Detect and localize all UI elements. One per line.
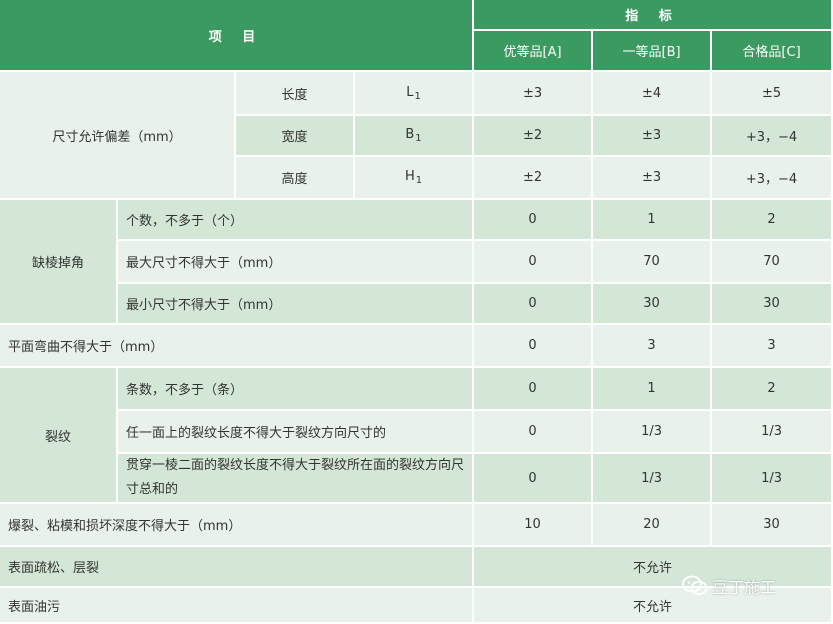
value-grade-a: 10 (474, 504, 594, 547)
value-grade-c: 30 (712, 284, 833, 325)
burst-label: 爆裂、粘模和损坏深度不得大于（mm） (0, 504, 475, 547)
table-row: 最大尺寸不得大于（mm） 0 70 70 (0, 241, 833, 284)
value-grade-b: ±3 (593, 116, 713, 157)
dim-name: 宽度 (236, 116, 355, 157)
value-grade-b: 30 (593, 284, 713, 325)
value-grade-c: 2 (712, 200, 833, 241)
table-row: 缺棱掉角 个数，不多于（个） 0 1 2 (0, 200, 833, 325)
dim-symbol: H1 (355, 157, 475, 200)
wechat-icon (682, 575, 708, 597)
table-row: 贯穿一棱二面的裂纹长度不得大于裂纹所在面的裂纹方向尺寸总和的 0 1/3 1/3 (0, 454, 833, 504)
value-grade-c: 2 (712, 368, 833, 411)
loose-label: 表面疏松、层裂 (0, 547, 475, 588)
value-grade-c: 3 (712, 325, 833, 368)
value-grade-c: +3，−4 (712, 116, 833, 157)
dim-name: 高度 (236, 157, 355, 200)
value-grade-a: 0 (474, 241, 594, 284)
watermark: 豆丁施工 (682, 574, 776, 598)
value-grade-a: 0 (474, 325, 594, 368)
grade-a-header: 优等品[A] (474, 31, 594, 72)
grade-b-header: 一等品[B] (593, 31, 713, 72)
table-row: 裂纹 条数，不多于（条） 0 1 2 (0, 368, 833, 504)
dim-name: 长度 (236, 72, 355, 116)
value-grade-a: 0 (474, 200, 594, 241)
value-grade-c: +3，−4 (712, 157, 833, 200)
value-grade-a: 0 (474, 368, 594, 411)
crack-label: 裂纹 (0, 368, 118, 504)
value-grade-a: ±3 (474, 72, 594, 116)
oil-value: 不允许 (474, 588, 833, 624)
table-row: 最小尺寸不得大于（mm） 0 30 30 (0, 284, 833, 325)
value-grade-c: 30 (712, 504, 833, 547)
value-grade-c: ±5 (712, 72, 833, 116)
value-grade-a: ±2 (474, 116, 594, 157)
value-grade-b: 1 (593, 200, 713, 241)
value-grade-a: ±2 (474, 157, 594, 200)
value-grade-a: 0 (474, 454, 594, 504)
value-grade-b: 1/3 (593, 454, 713, 504)
value-grade-b: 3 (593, 325, 713, 368)
value-grade-b: ±4 (593, 72, 713, 116)
value-grade-c: 1/3 (712, 454, 833, 504)
loose-value: 不允许 (474, 547, 833, 588)
header-row: 项 目 指 标 (0, 0, 833, 72)
value-grade-b: ±3 (593, 157, 713, 200)
row-label: 任一面上的裂纹长度不得大于裂纹方向尺寸的 (118, 411, 475, 454)
value-grade-a: 0 (474, 411, 594, 454)
bending-label: 平面弯曲不得大于（mm） (0, 325, 475, 368)
dimension-label: 尺寸允许偏差（mm） (0, 72, 236, 200)
value-grade-a: 0 (474, 284, 594, 325)
value-grade-c: 1/3 (712, 411, 833, 454)
dim-symbol: L1 (355, 72, 475, 116)
value-grade-b: 1/3 (593, 411, 713, 454)
index-header: 指 标 (474, 0, 833, 31)
table-row: 爆裂、粘模和损坏深度不得大于（mm） 10 20 30 (0, 504, 833, 547)
value-grade-b: 20 (593, 504, 713, 547)
row-label: 最小尺寸不得大于（mm） (118, 284, 475, 325)
value-grade-b: 70 (593, 241, 713, 284)
dim-symbol: B1 (355, 116, 475, 157)
quality-spec-table: 项 目 指 标 优等品[A] 一等品[B] 合格品[C] 尺寸允许偏差（mm） … (0, 0, 833, 624)
corner-defect-label: 缺棱掉角 (0, 200, 118, 325)
oil-label: 表面油污 (0, 588, 475, 624)
watermark-text: 豆丁施工 (712, 578, 777, 597)
row-label: 最大尺寸不得大于（mm） (118, 241, 475, 284)
table-row: 尺寸允许偏差（mm） 长度 L1 ±3 ±4 ±5 (0, 72, 833, 200)
row-label: 贯穿一棱二面的裂纹长度不得大于裂纹所在面的裂纹方向尺寸总和的 (118, 454, 475, 504)
spec-table-page: 项 目 指 标 优等品[A] 一等品[B] 合格品[C] 尺寸允许偏差（mm） … (0, 0, 833, 624)
table-row: 平面弯曲不得大于（mm） 0 3 3 (0, 325, 833, 368)
value-grade-b: 1 (593, 368, 713, 411)
table-row: 任一面上的裂纹长度不得大于裂纹方向尺寸的 0 1/3 1/3 (0, 411, 833, 454)
grade-c-header: 合格品[C] (712, 31, 833, 72)
item-header: 项 目 (0, 0, 475, 72)
value-grade-c: 70 (712, 241, 833, 284)
row-label: 条数，不多于（条） (118, 368, 475, 411)
row-label: 个数，不多于（个） (118, 200, 475, 241)
